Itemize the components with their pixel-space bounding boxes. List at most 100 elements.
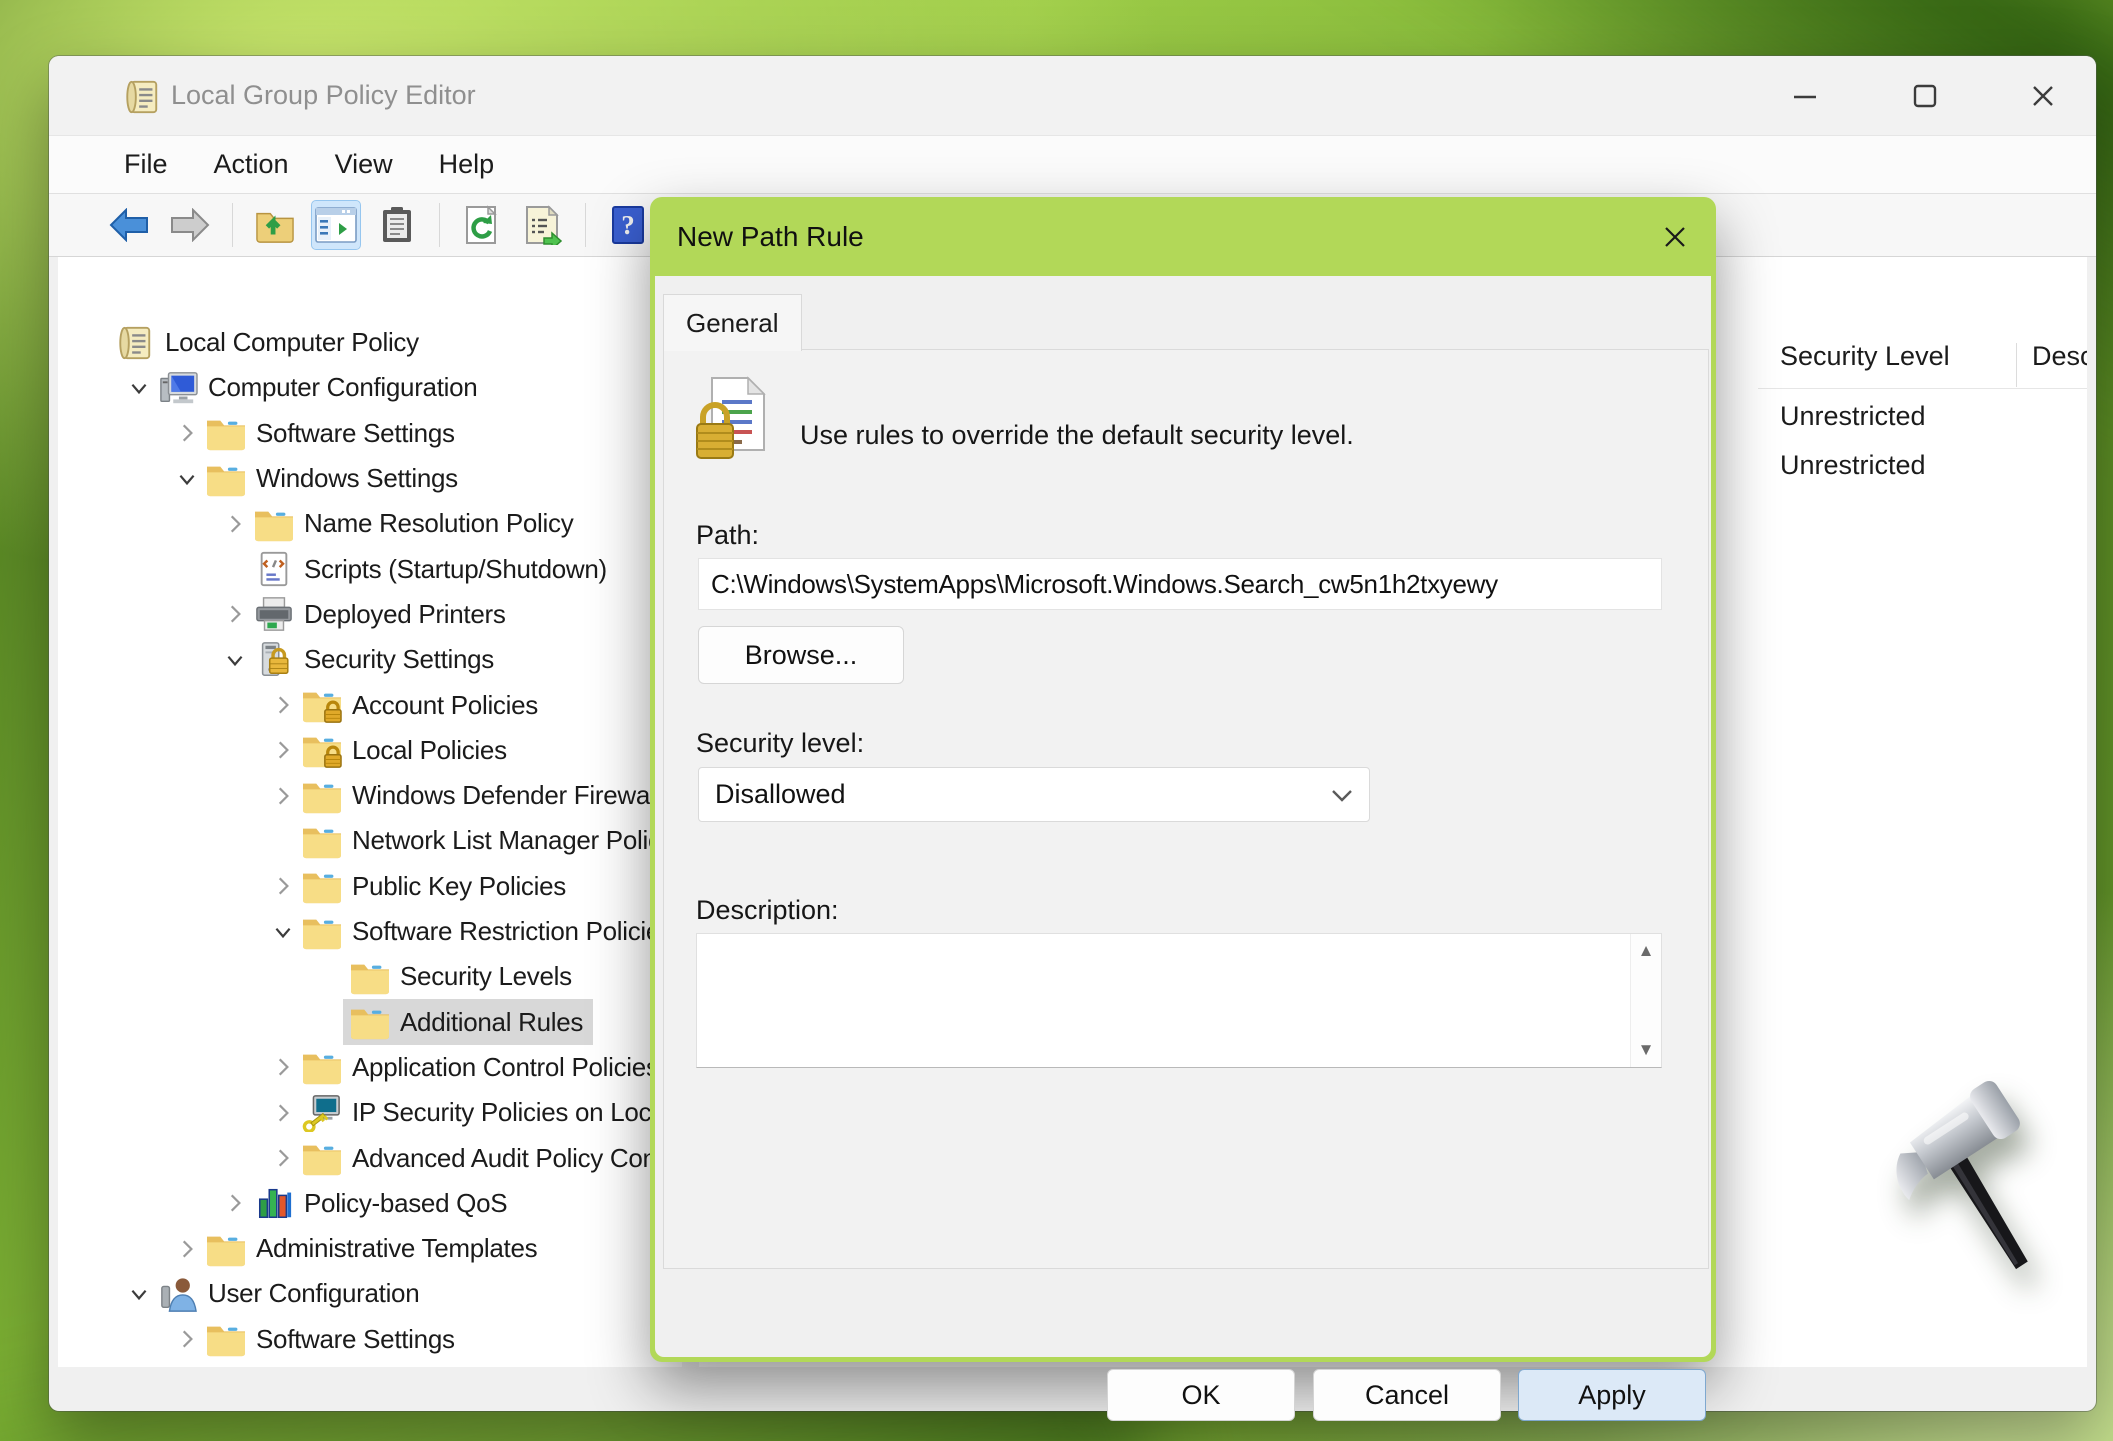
scripts-icon: [253, 549, 295, 589]
tree-item-label: Security Levels: [400, 961, 572, 992]
console-tree-icon: [315, 207, 357, 243]
security-settings-icon: [253, 640, 295, 680]
tree-item-content[interactable]: IP Security Policies on Local C: [295, 1090, 682, 1136]
browse-button[interactable]: Browse...: [698, 626, 904, 684]
close-icon[interactable]: [2012, 74, 2074, 118]
paste-button[interactable]: [373, 201, 421, 249]
tree-item-content[interactable]: Security Settings: [247, 637, 504, 683]
tree-item-user-configuration[interactable]: User Configuration: [109, 1271, 682, 1316]
description-textarea[interactable]: [697, 934, 1631, 1067]
tree-item-label: Application Control Policies: [352, 1051, 659, 1082]
tree-item-name-resolution-policy[interactable]: Name Resolution Policy: [109, 501, 682, 546]
apply-button[interactable]: Apply: [1518, 1369, 1706, 1421]
desktop-wallpaper: Local Group Policy Editor File Action View…: [0, 0, 2113, 1441]
tree-item-security-levels[interactable]: Security Levels: [109, 954, 682, 999]
column-header-security-level[interactable]: Security Level: [1780, 341, 1950, 372]
tree-item-security-settings[interactable]: Security Settings: [109, 637, 682, 682]
tree-item-content[interactable]: Application Control Policies: [295, 1044, 669, 1090]
menu-item-view[interactable]: View: [312, 149, 416, 180]
tree-item-local-policies[interactable]: Local Policies: [109, 728, 682, 773]
maximize-button[interactable]: [1894, 74, 1956, 118]
scroll-up-icon[interactable]: ▲: [1631, 936, 1661, 966]
tree-item-account-policies[interactable]: Account Policies: [109, 682, 682, 727]
list-row[interactable]: Unrestricted: [1780, 401, 1926, 432]
security-level-value: Disallowed: [715, 779, 846, 809]
minimize-button[interactable]: [1774, 74, 1836, 118]
tree-item-content[interactable]: Account Policies: [295, 682, 548, 728]
export-list-button[interactable]: [519, 201, 567, 249]
tree-item-additional-rules[interactable]: Additional Rules: [109, 999, 682, 1046]
ok-button[interactable]: OK: [1107, 1369, 1295, 1421]
column-separator[interactable]: [2016, 343, 2017, 387]
menu-bar: File Action View Help: [49, 136, 2096, 194]
back-button[interactable]: [105, 201, 153, 249]
tree-selection[interactable]: Additional Rules: [343, 999, 594, 1046]
tree-item-content[interactable]: Software Settings: [199, 410, 465, 456]
tree-item-advanced-audit-policy-config[interactable]: Advanced Audit Policy Config: [109, 1135, 682, 1180]
tree-item-content[interactable]: Deployed Printers: [247, 591, 516, 637]
tree-item-content[interactable]: Scripts (Startup/Shutdown): [247, 546, 617, 592]
scroll-down-icon[interactable]: ▼: [1631, 1035, 1661, 1065]
column-header-description[interactable]: Description: [2032, 341, 2087, 372]
folder-icon: [301, 866, 343, 906]
tree-item-local-computer-policy[interactable]: Local Computer Policy: [109, 320, 682, 365]
menu-item-file[interactable]: File: [101, 149, 191, 180]
tree-item-content[interactable]: Name Resolution Policy: [247, 501, 583, 547]
folder-icon: [301, 912, 343, 952]
tree-item-content[interactable]: Advanced Audit Policy Config: [295, 1135, 682, 1181]
tree-item-software-settings[interactable]: Software Settings: [109, 411, 682, 456]
tree-item-deployed-printers[interactable]: Deployed Printers: [109, 592, 682, 637]
tree-item-content[interactable]: Local Computer Policy: [109, 320, 429, 366]
tree-item-computer-configuration[interactable]: Computer Configuration: [109, 365, 682, 410]
tree-item-administrative-templates[interactable]: Administrative Templates: [109, 1226, 682, 1271]
tree-item-content[interactable]: Administrative Templates: [199, 1226, 547, 1272]
close-icon[interactable]: [1654, 216, 1696, 258]
tree-item-content[interactable]: Computer Configuration: [151, 365, 487, 411]
folder-icon: [205, 413, 247, 453]
help-button[interactable]: ?: [604, 201, 652, 249]
folder-icon: [301, 1138, 343, 1178]
refresh-button[interactable]: [458, 201, 506, 249]
description-scrollbar[interactable]: ▲ ▼: [1630, 934, 1661, 1067]
tree-item-software-restriction-policies[interactable]: Software Restriction Policies: [109, 909, 682, 954]
tree-item-content[interactable]: Network List Manager Policie: [295, 818, 682, 864]
dialog-title-bar: New Path Rule: [650, 197, 1716, 276]
forward-button[interactable]: [166, 201, 214, 249]
tree-item-windows-defender-firewall-w[interactable]: Windows Defender Firewall w: [109, 773, 682, 818]
cancel-button[interactable]: Cancel: [1313, 1369, 1501, 1421]
tree-item-network-list-manager-policie[interactable]: Network List Manager Policie: [109, 818, 682, 863]
tree-item-application-control-policies[interactable]: Application Control Policies: [109, 1045, 682, 1090]
tree-item-content[interactable]: Windows Settings: [199, 456, 468, 502]
tree-item-label: Computer Configuration: [208, 372, 478, 403]
tree-item-windows-settings[interactable]: Windows Settings: [109, 456, 682, 501]
tree-item-policy-based-qos[interactable]: Policy-based QoS: [109, 1181, 682, 1226]
tree-item-public-key-policies[interactable]: Public Key Policies: [109, 864, 682, 909]
tree-item-label: Software Settings: [256, 1323, 455, 1354]
computer-config-icon: [157, 368, 199, 408]
tab-general[interactable]: General: [663, 294, 802, 351]
tree-item-scripts-startup-shutdown[interactable]: Scripts (Startup/Shutdown): [109, 546, 682, 591]
path-input[interactable]: [698, 558, 1662, 610]
list-row[interactable]: Unrestricted: [1780, 450, 1926, 481]
tree-item-content[interactable]: User Configuration: [151, 1271, 429, 1317]
folder-icon: [301, 776, 343, 816]
menu-item-action[interactable]: Action: [191, 149, 312, 180]
tree-item-content[interactable]: Software Settings: [199, 1316, 465, 1362]
tree-item-content[interactable]: Security Levels: [343, 954, 582, 1000]
menu-item-help[interactable]: Help: [416, 149, 518, 180]
tree-item-content[interactable]: Public Key Policies: [295, 863, 576, 909]
help-icon: ?: [612, 206, 644, 244]
refresh-icon: [464, 205, 500, 245]
qos-icon: [253, 1183, 295, 1223]
clipboard-icon: [380, 206, 414, 244]
tree-item-content[interactable]: Software Restriction Policies: [295, 909, 682, 955]
tree-item-content[interactable]: Local Policies: [295, 727, 517, 773]
tree-item-ip-security-policies-on-local-c[interactable]: IP Security Policies on Local C: [109, 1090, 682, 1135]
tree-item-content[interactable]: Windows Defender Firewall w: [295, 773, 682, 819]
show-console-tree-button[interactable]: [311, 200, 361, 250]
tree-item-software-settings[interactable]: Software Settings: [109, 1317, 682, 1362]
tree-item-content[interactable]: Policy-based QoS: [247, 1180, 517, 1226]
security-level-select[interactable]: Disallowed: [698, 767, 1370, 822]
description-field: ▲ ▼: [696, 933, 1662, 1068]
up-one-level-button[interactable]: [251, 201, 299, 249]
